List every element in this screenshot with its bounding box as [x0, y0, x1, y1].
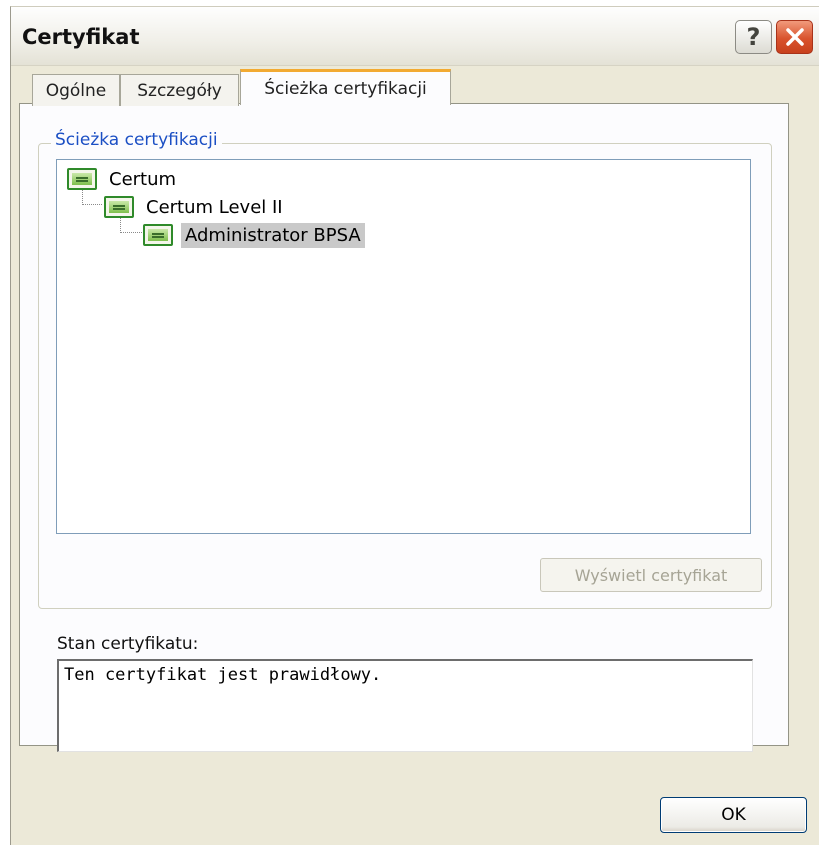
tree-item-label: Certum Level II	[146, 196, 283, 218]
help-button[interactable]: ?	[735, 20, 772, 54]
status-text: Ten certyfikat jest prawidłowy.	[64, 665, 382, 685]
tab-general[interactable]: Ogólne	[32, 74, 120, 106]
tab-details[interactable]: Szczegóły	[120, 74, 239, 106]
tree-item-certum-level-ii[interactable]: Certum Level II	[104, 193, 287, 221]
ok-button[interactable]: OK	[660, 797, 807, 833]
view-certificate-button[interactable]: Wyświetl certyfikat	[540, 558, 762, 592]
certificate-tree[interactable]: Certum Certum Level II Administrator BPS…	[56, 159, 751, 534]
certificate-icon	[67, 168, 97, 190]
tree-item-label: Certum	[109, 168, 177, 190]
title-bar[interactable]: Certyfikat ?	[11, 7, 819, 66]
status-textbox[interactable]: Ten certyfikat jest prawidłowy.	[57, 659, 753, 752]
close-button[interactable]	[776, 20, 813, 54]
tab-label: Ścieżka certyfikacji	[264, 78, 427, 99]
tree-item-label: Administrator BPSA	[181, 222, 365, 248]
tab-label: Szczegóły	[137, 80, 222, 101]
window-title: Certyfikat	[22, 25, 140, 49]
certificate-icon	[104, 196, 134, 218]
tab-certification-path[interactable]: Ścieżka certyfikacji	[240, 69, 451, 105]
tab-label: Ogólne	[45, 80, 107, 101]
close-icon	[785, 28, 804, 46]
background-edge	[0, 0, 10, 845]
tree-item-administrator-bpsa[interactable]: Administrator BPSA	[143, 221, 365, 249]
help-icon: ?	[746, 23, 761, 51]
certificate-icon	[143, 224, 173, 246]
group-legend: Ścieżka certyfikacji	[51, 130, 222, 150]
tree-item-certum[interactable]: Certum	[67, 165, 180, 193]
status-label: Stan certyfikatu:	[57, 634, 199, 654]
